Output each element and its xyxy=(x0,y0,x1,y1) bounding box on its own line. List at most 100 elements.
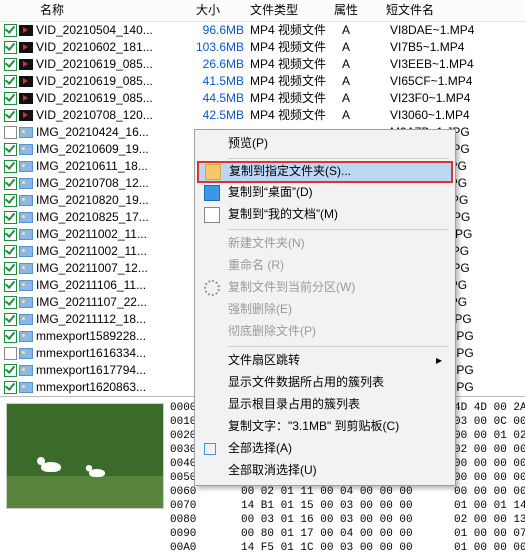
row-checkbox[interactable] xyxy=(4,41,17,54)
image-icon xyxy=(19,127,33,138)
image-icon xyxy=(19,161,33,172)
row-checkbox[interactable] xyxy=(4,24,17,37)
image-icon xyxy=(19,365,33,376)
row-checkbox[interactable] xyxy=(4,262,17,275)
row-checkbox[interactable] xyxy=(4,296,17,309)
col-size[interactable]: 大小 xyxy=(178,3,238,19)
file-size: 44.5MB xyxy=(190,91,250,107)
file-attr: A xyxy=(342,91,390,107)
folder-icon xyxy=(205,164,221,180)
file-type: MP4 视频文件 xyxy=(250,23,342,39)
image-icon xyxy=(19,382,33,393)
gear-icon xyxy=(204,280,220,296)
file-name: mmexport1620863... xyxy=(36,380,190,396)
file-name: IMG_20211002_11... xyxy=(36,244,190,260)
col-name[interactable]: 名称 xyxy=(6,3,178,19)
file-attr: A xyxy=(342,57,390,73)
image-icon xyxy=(19,263,33,274)
file-name: IMG_20211107_22... xyxy=(36,295,190,311)
file-size: 42.5MB xyxy=(190,108,250,124)
row-checkbox[interactable] xyxy=(4,279,17,292)
file-name: IMG_20211007_12... xyxy=(36,261,190,277)
file-name: IMG_20210609_19... xyxy=(36,142,190,158)
short-name: VI3EEB~1.MP4 xyxy=(390,57,525,73)
row-checkbox[interactable] xyxy=(4,347,17,360)
menu-copy-to-desktop[interactable]: 复制到“桌面”(D) xyxy=(198,182,452,204)
table-row[interactable]: VID_20210602_181...103.6MBMP4 视频文件AVI7B5… xyxy=(0,39,525,56)
menu-preview[interactable]: 预览(P) xyxy=(198,133,452,155)
file-name: VID_20210619_085... xyxy=(36,74,190,90)
hex-bytes-tail: 4D 4D 00 2A 03 00 0C 00 00 00 01 02 02 0… xyxy=(454,397,525,555)
menu-show-clusters[interactable]: 显示文件数据所占用的簇列表 xyxy=(198,372,452,394)
video-icon xyxy=(19,76,33,87)
row-checkbox[interactable] xyxy=(4,58,17,71)
col-attr[interactable]: 属性 xyxy=(326,3,378,19)
short-name: VI23F0~1.MP4 xyxy=(390,91,525,107)
row-checkbox[interactable] xyxy=(4,126,17,139)
menu-select-all[interactable]: 全部选择(A) xyxy=(198,438,452,460)
file-name: mmexport1617794... xyxy=(36,363,190,379)
row-checkbox[interactable] xyxy=(4,143,17,156)
file-type: MP4 视频文件 xyxy=(250,40,342,56)
row-checkbox[interactable] xyxy=(4,109,17,122)
menu-new-folder: 新建文件夹(N) xyxy=(198,233,452,255)
separator xyxy=(228,346,449,347)
table-row[interactable]: VID_20210619_085...44.5MBMP4 视频文件AVI23F0… xyxy=(0,90,525,107)
document-icon xyxy=(204,207,220,223)
file-size: 41.5MB xyxy=(190,74,250,90)
file-attr: A xyxy=(342,108,390,124)
file-name: VID_20210504_140... xyxy=(36,23,190,39)
file-attr: A xyxy=(342,74,390,90)
image-icon xyxy=(19,229,33,240)
menu-copy-to-folder[interactable]: 复制到指定文件夹(S)... xyxy=(197,161,453,183)
column-headers[interactable]: 名称 大小 文件类型 属性 短文件名 xyxy=(0,0,525,22)
image-icon xyxy=(19,280,33,291)
row-checkbox[interactable] xyxy=(4,228,17,241)
video-icon xyxy=(19,93,33,104)
table-row[interactable]: VID_20210708_120...42.5MBMP4 视频文件AVI3060… xyxy=(0,107,525,124)
col-type[interactable]: 文件类型 xyxy=(238,3,326,19)
menu-deselect-all[interactable]: 全部取消选择(U) xyxy=(198,460,452,482)
image-icon xyxy=(19,212,33,223)
desktop-icon xyxy=(204,185,220,201)
context-menu: 预览(P) 复制到指定文件夹(S)... 复制到“桌面”(D) 复制到“我的文档… xyxy=(194,129,456,486)
menu-show-root-clusters[interactable]: 显示根目录占用的簇列表 xyxy=(198,394,452,416)
file-name: IMG_20210820_19... xyxy=(36,193,190,209)
file-name: VID_20210619_085... xyxy=(36,57,190,73)
submenu-arrow-icon: ▸ xyxy=(436,353,442,369)
row-checkbox[interactable] xyxy=(4,381,17,394)
file-name: IMG_20211112_18... xyxy=(36,312,190,328)
table-row[interactable]: VID_20210504_140...96.6MBMP4 视频文件AVI8DAE… xyxy=(0,22,525,39)
menu-jump-bad-sector[interactable]: 文件扇区跳转▸ xyxy=(198,350,452,372)
row-checkbox[interactable] xyxy=(4,75,17,88)
row-checkbox[interactable] xyxy=(4,160,17,173)
row-checkbox[interactable] xyxy=(4,245,17,258)
file-type: MP4 视频文件 xyxy=(250,74,342,90)
col-short[interactable]: 短文件名 xyxy=(378,3,434,19)
row-checkbox[interactable] xyxy=(4,211,17,224)
menu-rename: 重命名 (R) xyxy=(198,255,452,277)
video-icon xyxy=(19,110,33,121)
row-checkbox[interactable] xyxy=(4,194,17,207)
file-size: 96.6MB xyxy=(190,23,250,39)
row-checkbox[interactable] xyxy=(4,92,17,105)
image-icon xyxy=(19,246,33,257)
row-checkbox[interactable] xyxy=(4,364,17,377)
table-row[interactable]: VID_20210619_085...26.6MBMP4 视频文件AVI3EEB… xyxy=(0,56,525,73)
short-name: VI7B5~1.MP4 xyxy=(390,40,525,56)
separator xyxy=(228,158,449,159)
image-thumbnail[interactable] xyxy=(6,403,164,509)
image-icon xyxy=(19,178,33,189)
file-name: IMG_20210708_12... xyxy=(36,176,190,192)
row-checkbox[interactable] xyxy=(4,330,17,343)
image-icon xyxy=(19,331,33,342)
menu-copy-to-docs[interactable]: 复制到“我的文档”(M) xyxy=(198,204,452,226)
separator xyxy=(228,229,449,230)
menu-copy-text[interactable]: 复制文字："3.1MB" 到剪贴板(C) xyxy=(198,416,452,438)
table-row[interactable]: VID_20210619_085...41.5MBMP4 视频文件AVI65CF… xyxy=(0,73,525,90)
row-checkbox[interactable] xyxy=(4,313,17,326)
image-icon xyxy=(19,314,33,325)
file-type: MP4 视频文件 xyxy=(250,91,342,107)
row-checkbox[interactable] xyxy=(4,177,17,190)
menu-wipe-delete: 彻底删除文件(P) xyxy=(198,321,452,343)
